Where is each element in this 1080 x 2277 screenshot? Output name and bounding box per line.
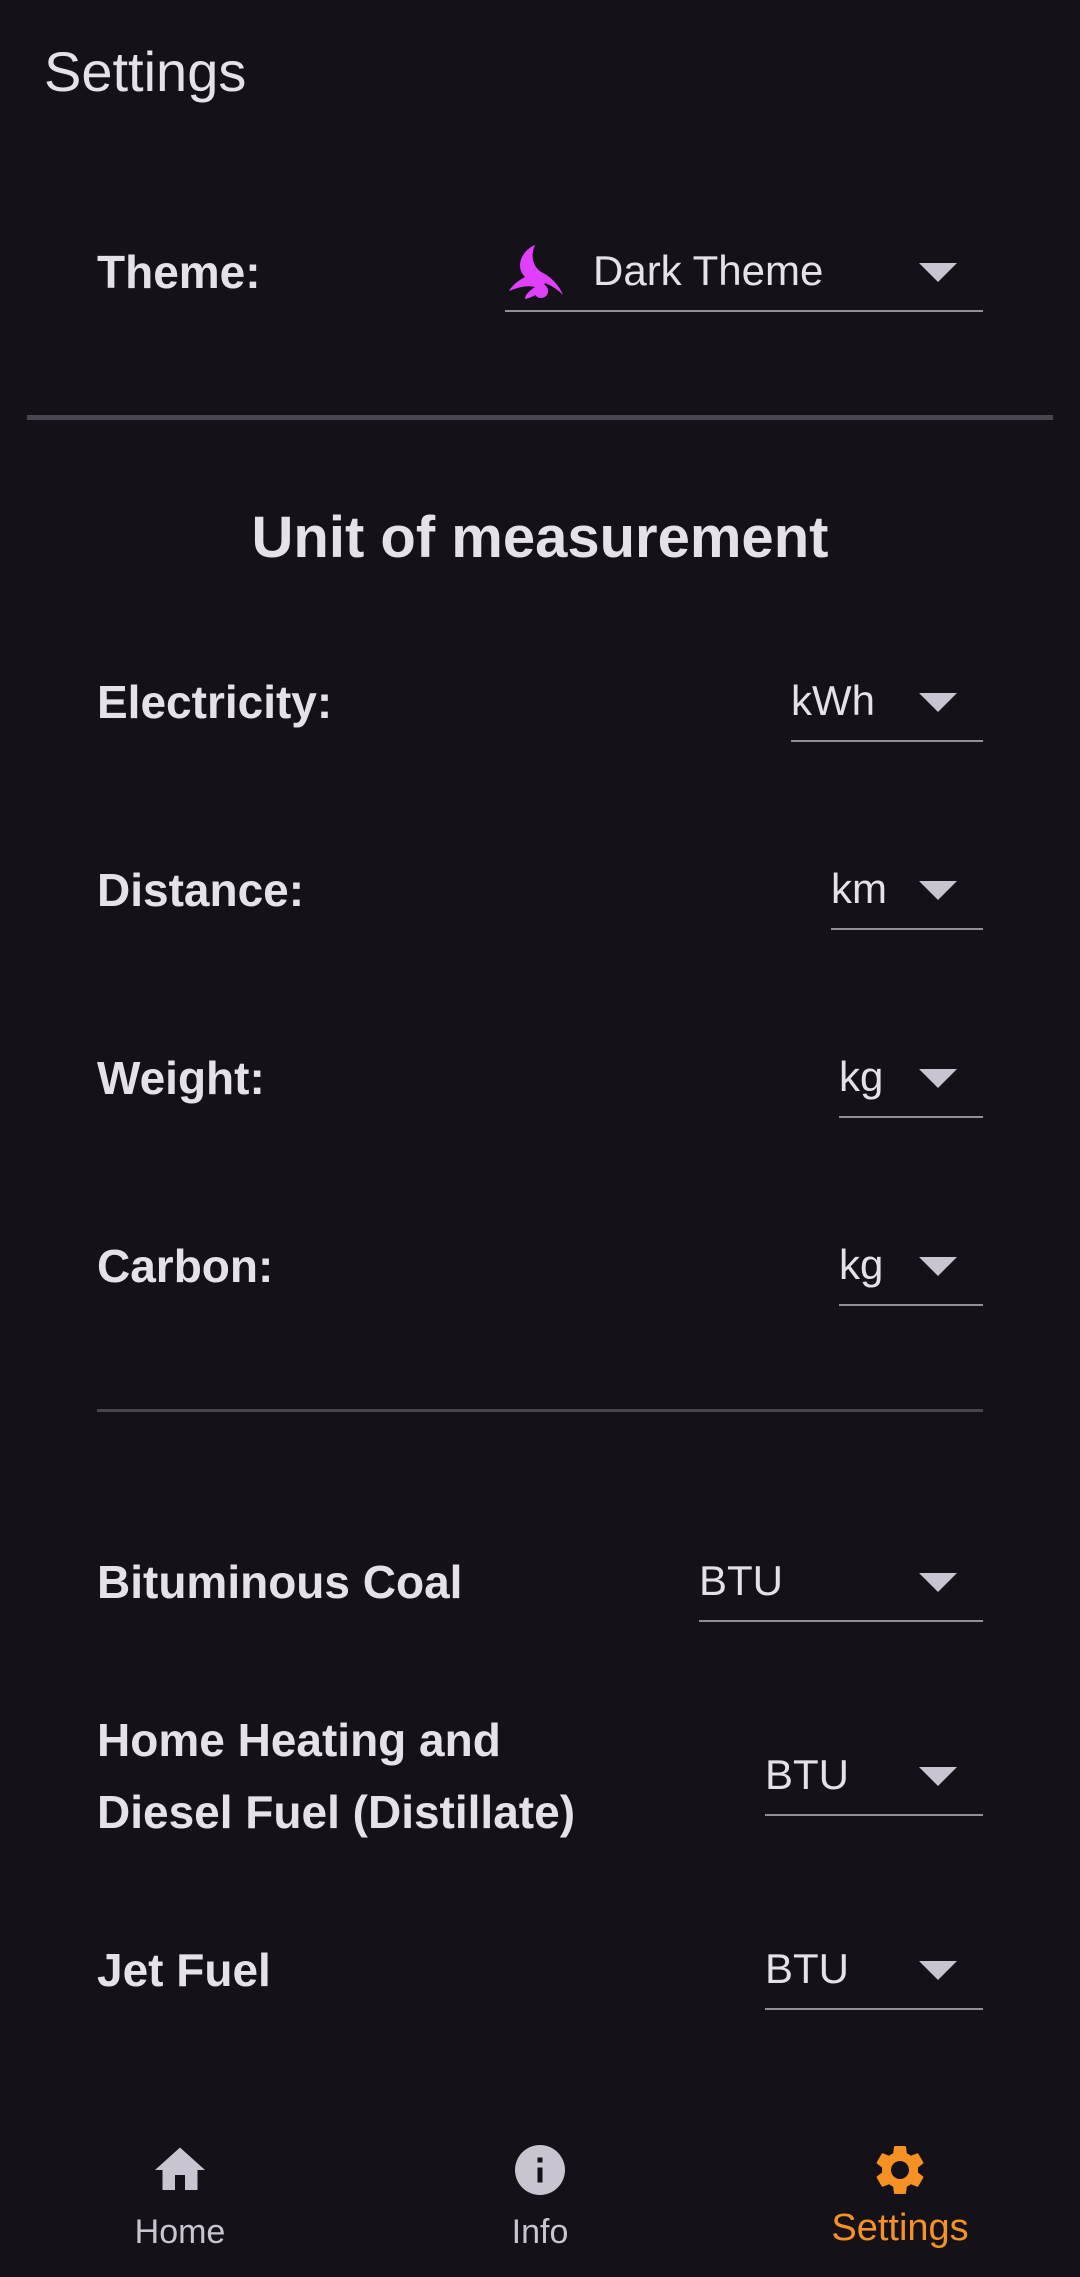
weight-label: Weight: (97, 1052, 265, 1104)
nav-label-home: Home (134, 2213, 226, 2251)
weight-unit-value: kg (839, 1053, 884, 1100)
jet-fuel-unit-value: BTU (765, 1945, 849, 1992)
distance-label: Distance: (97, 864, 305, 916)
distance-unit-dropdown[interactable]: km (831, 850, 983, 930)
carbon-unit-dropdown[interactable]: kg (839, 1226, 983, 1306)
home-heating-label-line1: Home Heating and (97, 1714, 501, 1766)
nav-item-info[interactable]: Info (360, 2110, 720, 2277)
chevron-down-icon (919, 1257, 957, 1276)
theme-dropdown[interactable]: Dark Theme (505, 232, 983, 312)
nav-label-info: Info (511, 2213, 569, 2251)
carbon-label: Carbon: (97, 1240, 274, 1292)
chevron-down-icon (919, 1961, 957, 1980)
section-title: Unit of measurement (251, 505, 829, 570)
chevron-down-icon (919, 693, 957, 712)
chevron-down-icon (919, 881, 957, 900)
theme-label: Theme: (97, 246, 261, 298)
page-title: Settings (44, 40, 247, 103)
chevron-down-icon (919, 1767, 957, 1786)
bituminous-coal-label: Bituminous Coal (97, 1556, 463, 1608)
nav-item-settings[interactable]: Settings (720, 2110, 1080, 2277)
nav-label-settings: Settings (831, 2207, 969, 2249)
info-icon (510, 2140, 570, 2200)
electricity-unit-dropdown[interactable]: kWh (791, 662, 983, 742)
bottom-navigation: Home Info Settings (0, 2110, 1080, 2277)
home-heating-unit-dropdown[interactable]: BTU (765, 1736, 983, 1816)
chevron-down-icon (919, 1573, 957, 1592)
carbon-unit-value: kg (839, 1241, 884, 1288)
jet-fuel-label: Jet Fuel (97, 1944, 271, 1996)
bituminous-coal-unit-dropdown[interactable]: BTU (699, 1542, 983, 1622)
electricity-label: Electricity: (97, 676, 333, 728)
gear-icon (870, 2140, 930, 2200)
chevron-down-icon (919, 1069, 957, 1088)
home-heating-label-line2: Diesel Fuel (Distillate) (97, 1786, 576, 1838)
jet-fuel-unit-dropdown[interactable]: BTU (765, 1930, 983, 2010)
divider (27, 415, 1053, 420)
nav-item-home[interactable]: Home (0, 2110, 360, 2277)
moon-icon (505, 241, 565, 301)
weight-unit-dropdown[interactable]: kg (839, 1038, 983, 1118)
bituminous-coal-unit-value: BTU (699, 1557, 783, 1604)
distance-unit-value: km (831, 865, 887, 912)
theme-value: Dark Theme (593, 247, 824, 294)
divider (97, 1409, 983, 1412)
electricity-unit-value: kWh (791, 677, 875, 724)
chevron-down-icon (919, 263, 957, 282)
home-heating-unit-value: BTU (765, 1751, 849, 1798)
home-icon (150, 2140, 210, 2200)
